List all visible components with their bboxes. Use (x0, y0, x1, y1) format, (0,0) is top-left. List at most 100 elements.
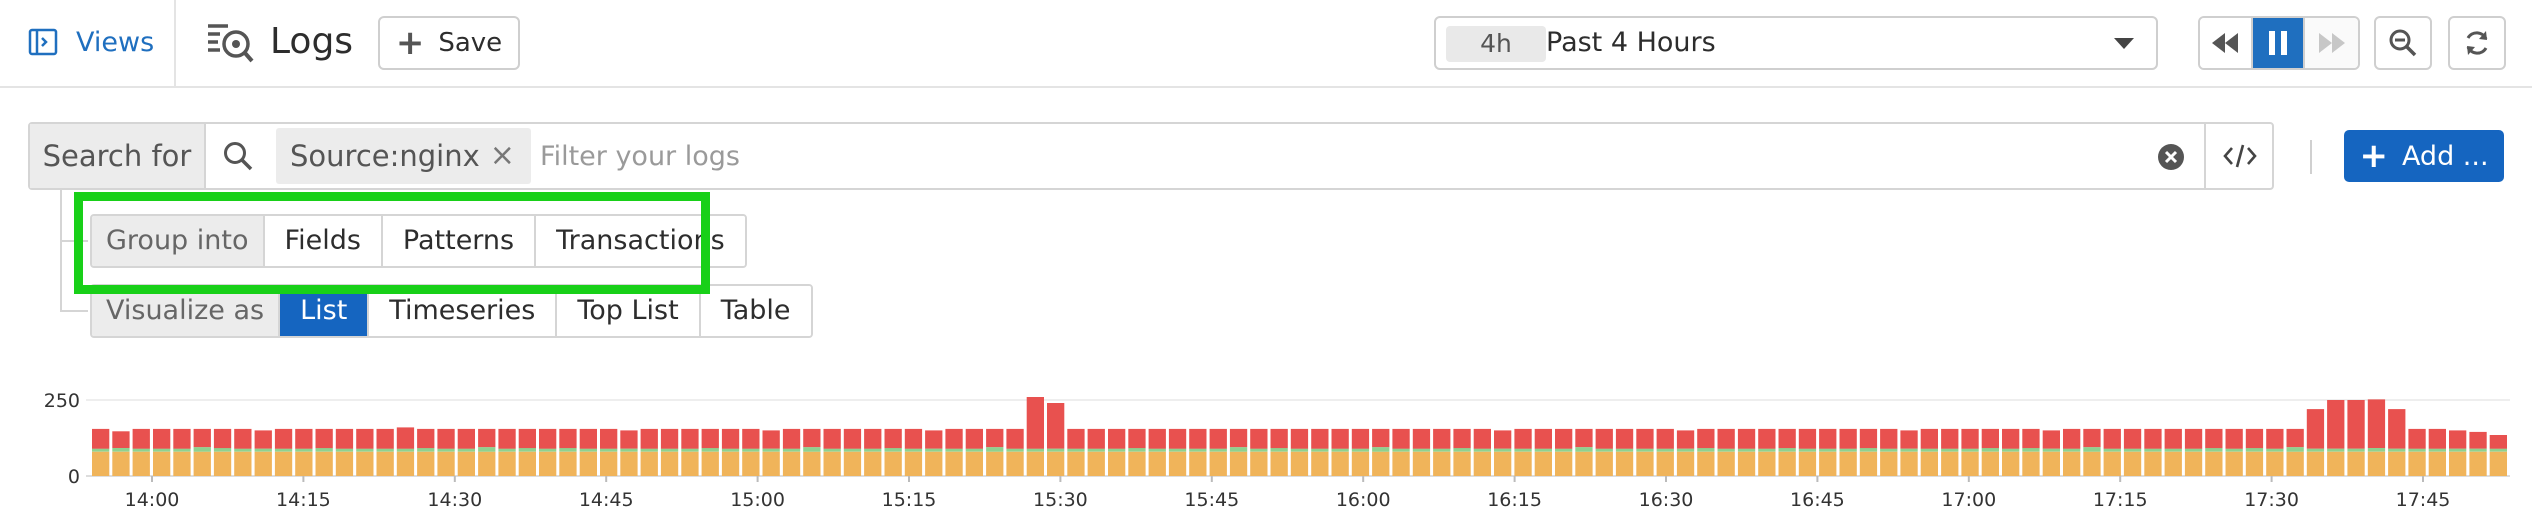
histogram-bar-segment (2327, 400, 2345, 449)
histogram-bar-segment (660, 451, 679, 476)
histogram-bar-segment (1229, 447, 1248, 452)
histogram-bar-segment (2083, 451, 2101, 476)
time-range-select[interactable]: 4h Past 4 Hours (1434, 16, 2158, 70)
code-view-button[interactable] (2204, 124, 2274, 188)
histogram-bar-segment (1758, 428, 1776, 449)
visualize-as-control: Visualize as List Timeseries Top List Ta… (90, 284, 813, 338)
histogram-bar-segment (1676, 451, 1695, 476)
histogram-bar-segment (884, 451, 902, 476)
histogram-bar-segment (1148, 428, 1166, 449)
forward-button[interactable] (2305, 18, 2358, 68)
histogram-bar-segment (437, 428, 455, 449)
histogram-bar-segment (2123, 451, 2142, 476)
pause-button[interactable] (2252, 18, 2306, 68)
clear-circle-icon[interactable] (2156, 142, 2186, 172)
search-input[interactable] (540, 132, 2140, 180)
histogram-bar-segment (681, 448, 699, 452)
histogram-bar-segment (660, 448, 679, 452)
facet-pill[interactable]: Source:nginx × (276, 128, 531, 184)
save-button[interactable]: + Save (378, 16, 520, 70)
histogram-bar-segment (1595, 451, 1613, 476)
group-option-fields[interactable]: Fields (264, 216, 383, 266)
histogram-bar-segment (2449, 448, 2467, 452)
histogram-bar-segment (132, 451, 150, 476)
histogram-bar-segment (1351, 451, 1370, 476)
search-icon-box (206, 124, 270, 188)
histogram-bar-segment (356, 448, 374, 452)
histogram-bar-segment (1839, 448, 1857, 452)
views-label: Views (76, 26, 155, 58)
histogram-bar-segment (1859, 451, 1878, 476)
histogram-bar-segment (1717, 451, 1735, 476)
histogram-bar-segment (965, 448, 983, 452)
histogram-bar-segment (1961, 428, 1979, 449)
histogram-bar-segment (1392, 448, 1410, 452)
histogram-bar-segment (803, 451, 821, 476)
viz-option-list[interactable]: List (280, 286, 370, 336)
histogram-bar-segment (254, 448, 272, 452)
histogram-bar-segment (1697, 448, 1715, 452)
refresh-button[interactable] (2448, 16, 2506, 70)
histogram-bar-segment (1351, 428, 1370, 449)
histogram-bar-segment (1555, 451, 1573, 476)
histogram-bar-segment (579, 451, 597, 476)
histogram-bar-segment (1087, 451, 1105, 476)
histogram-bar-segment (2205, 451, 2223, 476)
views-button[interactable]: Views (28, 22, 154, 62)
save-label: Save (438, 28, 503, 58)
histogram-bar-segment (1270, 428, 1288, 449)
histogram-bar-segment (1575, 428, 1593, 448)
close-icon[interactable]: × (490, 141, 515, 171)
rewind-button[interactable] (2200, 18, 2253, 68)
histogram-bar-segment (2164, 448, 2182, 452)
histogram-bar-segment (559, 448, 577, 452)
time-range-badge: 4h (1446, 26, 1546, 62)
histogram-bar-segment (600, 451, 618, 476)
histogram-bar-segment (2123, 428, 2142, 449)
histogram-bar-segment (1615, 448, 1634, 452)
histogram-bar-segment (274, 448, 293, 452)
histogram-bar-segment (2306, 409, 2325, 449)
code-icon (2223, 144, 2257, 168)
x-tick-label: 16:00 (1336, 489, 1391, 511)
histogram-bar-segment (986, 451, 1004, 476)
histogram-bar-segment (234, 448, 252, 452)
x-tick-label: 17:45 (2396, 489, 2451, 511)
histogram-bar-segment (1209, 448, 1227, 452)
x-tick-label: 15:00 (730, 489, 785, 511)
histogram-bar-segment (1880, 451, 1898, 476)
playback-controls (2198, 16, 2360, 70)
viz-option-timeseries[interactable]: Timeseries (369, 286, 558, 336)
plus-icon: + (2359, 136, 2388, 176)
viz-option-toplist[interactable]: Top List (557, 286, 701, 336)
histogram-bar-segment (1189, 428, 1207, 449)
histogram-bar-segment (2327, 448, 2345, 452)
histogram-bar-segment (498, 428, 516, 449)
histogram-bar-segment (2103, 448, 2121, 452)
histogram-bar-segment (904, 448, 923, 452)
add-button[interactable]: + Add ... (2344, 130, 2504, 182)
group-option-patterns[interactable]: Patterns (382, 216, 537, 266)
histogram-bar-segment (1372, 447, 1390, 452)
histogram-bar-segment (640, 448, 658, 452)
refresh-icon (2466, 31, 2488, 55)
histogram-bar-segment (153, 428, 171, 449)
histogram-bar-segment (1778, 451, 1796, 476)
histogram-bar-segment (193, 428, 211, 448)
tree-connector (60, 190, 62, 312)
histogram-bar-segment (843, 448, 862, 452)
histogram-bar-segment (315, 451, 333, 476)
zoom-out-button[interactable] (2374, 16, 2432, 70)
viz-option-table[interactable]: Table (700, 286, 811, 336)
histogram-bar-segment (1006, 451, 1024, 476)
histogram-bar-segment (396, 451, 415, 476)
log-volume-histogram[interactable]: 250 0 14:00 14:15 14:30 14:45 15:00 15:15 15:30 1… (0, 380, 2532, 529)
group-option-transactions[interactable]: Transactions (536, 216, 745, 266)
histogram-bar-segment (640, 428, 658, 449)
histogram-bar-segment (600, 448, 618, 452)
histogram-bar-segment (1026, 448, 1044, 452)
histogram-bar-segment (1494, 430, 1512, 449)
x-tick-label: 17:15 (2093, 489, 2148, 511)
histogram-bar-segment (762, 448, 780, 452)
histogram-bar-segment (2225, 448, 2243, 452)
